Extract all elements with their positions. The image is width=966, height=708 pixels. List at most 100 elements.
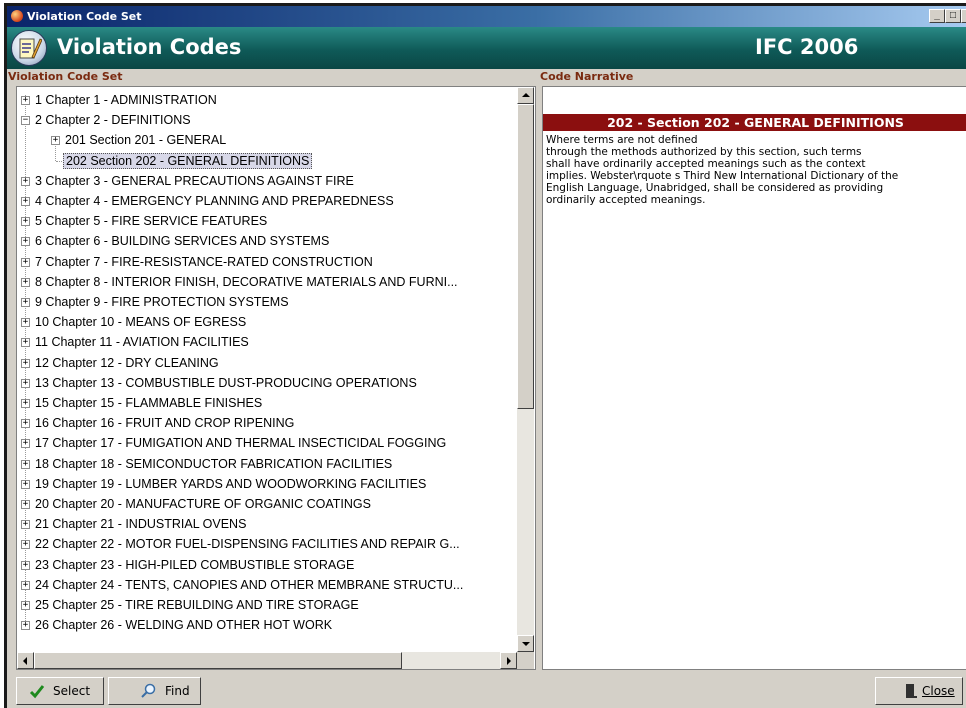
tree-item-label: 7 Chapter 7 - FIRE-RESISTANCE-RATED CONS… <box>35 254 373 269</box>
close-button[interactable]: Close <box>875 677 963 705</box>
tree-item-label: 5 Chapter 5 - FIRE SERVICE FEATURES <box>35 214 268 229</box>
expand-icon[interactable]: + <box>21 378 30 388</box>
tree-item[interactable]: 9 Chapter 9 - FIRE PROTECTION SYSTEMS <box>33 292 291 312</box>
main-window: Violation Code Set _ □ × Violation Codes… <box>4 3 966 708</box>
expand-icon[interactable]: + <box>21 560 30 570</box>
tree-item[interactable]: 8 Chapter 8 - INTERIOR FINISH, DECORATIV… <box>33 272 460 292</box>
scroll-down-button[interactable] <box>517 635 534 652</box>
tree-item-label: 26 Chapter 26 - WELDING AND OTHER HOT WO… <box>35 618 333 633</box>
tree-item[interactable]: 20 Chapter 20 - MANUFACTURE OF ORGANIC C… <box>33 494 373 514</box>
tree-item-label: 16 Chapter 16 - FRUIT AND CROP RIPENING <box>35 416 295 431</box>
scroll-corner <box>517 652 534 669</box>
tree-item-label: 23 Chapter 23 - HIGH-PILED COMBUSTIBLE S… <box>35 557 355 572</box>
checkmark-icon <box>29 685 45 699</box>
vertical-scrollbar[interactable] <box>517 87 534 652</box>
tree-item-label: 22 Chapter 22 - MOTOR FUEL-DISPENSING FA… <box>35 537 460 552</box>
find-button[interactable]: Find <box>108 677 201 705</box>
expand-icon[interactable]: + <box>21 479 30 489</box>
tree-item[interactable]: 13 Chapter 13 - COMBUSTIBLE DUST-PRODUCI… <box>33 373 419 393</box>
expand-icon[interactable]: + <box>21 358 30 368</box>
scroll-left-button[interactable] <box>17 652 34 669</box>
expand-icon[interactable]: + <box>21 197 30 206</box>
tree-item[interactable]: 19 Chapter 19 - LUMBER YARDS AND WOODWOR… <box>33 474 428 494</box>
tree-item[interactable]: 26 Chapter 26 - WELDING AND OTHER HOT WO… <box>33 615 334 635</box>
tree-item-label: 12 Chapter 12 - DRY CLEANING <box>35 355 219 370</box>
tree-child-item[interactable]: 202 Section 202 - GENERAL DEFINITIONS <box>63 151 313 171</box>
vertical-scroll-thumb[interactable] <box>517 104 534 409</box>
expand-icon[interactable]: + <box>21 580 30 590</box>
narrative-body: Where terms are not defined through the … <box>546 134 899 206</box>
window-title: Violation Code Set <box>27 10 142 23</box>
tree-item[interactable]: 2 Chapter 2 - DEFINITIONS <box>33 110 193 130</box>
tree-item-label: 2 Chapter 2 - DEFINITIONS <box>35 113 191 128</box>
expand-icon[interactable]: + <box>21 217 30 227</box>
expand-icon[interactable]: + <box>21 176 30 186</box>
tree-item-label: 6 Chapter 6 - BUILDING SERVICES AND SYST… <box>35 234 330 249</box>
scroll-up-button[interactable] <box>517 87 534 104</box>
expand-icon[interactable]: + <box>21 459 30 469</box>
expand-icon[interactable]: + <box>21 96 30 105</box>
tree-item-label: 18 Chapter 18 - SEMICONDUCTOR FABRICATIO… <box>35 456 393 471</box>
minimize-button[interactable]: _ <box>929 9 945 23</box>
expand-icon[interactable]: + <box>21 621 30 631</box>
tree-item-label: 24 Chapter 24 - TENTS, CANOPIES AND OTHE… <box>35 577 464 592</box>
tree-item[interactable]: 5 Chapter 5 - FIRE SERVICE FEATURES <box>33 211 269 231</box>
expand-icon[interactable]: + <box>21 419 30 429</box>
narrative-heading: 202 - Section 202 - GENERAL DEFINITIONS <box>543 114 966 131</box>
title-bar[interactable]: Violation Code Set _ □ × <box>7 6 966 27</box>
tree-item[interactable]: 15 Chapter 15 - FLAMMABLE FINISHES <box>33 393 264 413</box>
expand-icon[interactable]: + <box>21 439 30 449</box>
tree-item[interactable]: 4 Chapter 4 - EMERGENCY PLANNING AND PRE… <box>33 191 396 211</box>
expand-icon[interactable]: + <box>21 500 30 509</box>
tree-item[interactable]: 10 Chapter 10 - MEANS OF EGRESS <box>33 312 248 332</box>
expand-icon[interactable]: + <box>21 257 30 267</box>
tree-item[interactable]: 18 Chapter 18 - SEMICONDUCTOR FABRICATIO… <box>33 454 394 474</box>
horizontal-scroll-thumb[interactable] <box>34 652 402 669</box>
expand-icon[interactable]: + <box>21 237 30 247</box>
maximize-button[interactable]: □ <box>945 9 961 23</box>
tree-item[interactable]: 16 Chapter 16 - FRUIT AND CROP RIPENING <box>33 413 296 433</box>
expand-icon[interactable]: + <box>21 298 30 307</box>
close-button-label: Close <box>922 684 955 698</box>
tree-item-label: 21 Chapter 21 - INDUSTRIAL OVENS <box>35 517 247 532</box>
tree-item[interactable]: 17 Chapter 17 - FUMIGATION AND THERMAL I… <box>33 433 448 453</box>
tree-item[interactable]: 1 Chapter 1 - ADMINISTRATION <box>33 90 219 110</box>
tree-item-label: 15 Chapter 15 - FLAMMABLE FINISHES <box>35 396 263 410</box>
expand-icon[interactable]: + <box>21 540 30 550</box>
expand-icon[interactable]: + <box>21 520 30 530</box>
collapse-icon[interactable]: − <box>21 116 30 126</box>
tree-item-label: 3 Chapter 3 - GENERAL PRECAUTIONS AGAINS… <box>35 173 354 188</box>
header-title: Violation Codes <box>57 35 242 59</box>
tree-item-label: 1 Chapter 1 - ADMINISTRATION <box>35 93 217 107</box>
tree-item[interactable]: 3 Chapter 3 - GENERAL PRECAUTIONS AGAINS… <box>33 171 356 191</box>
tree-item-label: 201 Section 201 - GENERAL <box>65 133 227 148</box>
horizontal-scrollbar[interactable] <box>17 652 517 669</box>
tree-item-label: 17 Chapter 17 - FUMIGATION AND THERMAL I… <box>35 436 447 451</box>
expand-icon[interactable]: + <box>21 399 30 408</box>
close-window-button[interactable]: × <box>961 9 966 23</box>
tree-item[interactable]: 7 Chapter 7 - FIRE-RESISTANCE-RATED CONS… <box>33 252 375 272</box>
tree-item[interactable]: 12 Chapter 12 - DRY CLEANING <box>33 353 221 373</box>
violation-code-set-label: Violation Code Set <box>8 70 123 83</box>
tree-item-label: 19 Chapter 19 - LUMBER YARDS AND WOODWOR… <box>35 476 427 491</box>
tree-item[interactable]: 24 Chapter 24 - TENTS, CANOPIES AND OTHE… <box>33 575 465 595</box>
tree-item[interactable]: 6 Chapter 6 - BUILDING SERVICES AND SYST… <box>33 231 331 251</box>
tree-child-item[interactable]: 201 Section 201 - GENERAL <box>63 130 228 150</box>
tree-item[interactable]: 23 Chapter 23 - HIGH-PILED COMBUSTIBLE S… <box>33 555 356 575</box>
tree-item[interactable]: 22 Chapter 22 - MOTOR FUEL-DISPENSING FA… <box>33 534 462 554</box>
magnifier-icon <box>141 683 156 698</box>
tree-item[interactable]: 21 Chapter 21 - INDUSTRIAL OVENS <box>33 514 248 534</box>
expand-icon[interactable]: + <box>21 277 30 287</box>
code-tree[interactable]: 1 Chapter 1 - ADMINISTRATION +2 Chapter 2… <box>16 86 536 670</box>
select-button[interactable]: Select <box>16 677 104 705</box>
expand-icon[interactable]: + <box>21 318 30 328</box>
expand-icon[interactable]: + <box>21 338 30 348</box>
header-banner: Violation Codes IFC 2006 <box>7 27 966 69</box>
expand-icon[interactable]: + <box>51 136 60 146</box>
door-icon <box>906 684 917 698</box>
tree-item[interactable]: 11 Chapter 11 - AVIATION FACILITIES <box>33 332 251 352</box>
tree-item[interactable]: 25 Chapter 25 - TIRE REBUILDING AND TIRE… <box>33 595 361 615</box>
tree-item-label: 13 Chapter 13 - COMBUSTIBLE DUST-PRODUCI… <box>35 375 417 390</box>
scroll-right-button[interactable] <box>500 652 517 669</box>
expand-icon[interactable]: + <box>21 601 30 610</box>
